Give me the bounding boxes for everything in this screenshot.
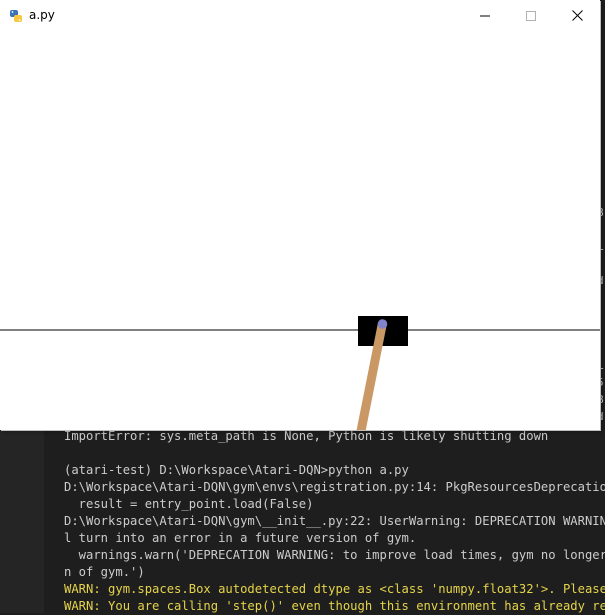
terminal-line: result = entry_point.load(False)	[64, 497, 314, 511]
python-icon	[9, 8, 23, 22]
terminal-panel[interactable]: ImportError: sys.meta_path is None, Pyth…	[44, 424, 605, 613]
game-window[interactable]: a.py	[0, 0, 600, 430]
axle	[377, 319, 388, 329]
terminal-line: warnings.warn('DEPRECATION WARNING: to i…	[64, 548, 605, 562]
terminal-line: n of gym.')	[64, 565, 145, 579]
canvas-background	[0, 31, 600, 430]
minimize-button[interactable]	[462, 0, 508, 31]
terminal-line: ImportError: sys.meta_path is None, Pyth…	[64, 429, 549, 443]
maximize-button[interactable]	[508, 0, 554, 31]
terminal-line: l turn into an error in a future version…	[64, 531, 417, 545]
terminal-line: WARN: You are calling 'step()' even thou…	[64, 599, 605, 613]
close-icon	[571, 10, 583, 21]
terminal-output: ImportError: sys.meta_path is None, Pyth…	[64, 428, 605, 615]
terminal-line: D:\Workspace\Atari-DQN\gym\envs\registra…	[64, 480, 605, 494]
terminal-line: D:\Workspace\Atari-DQN\gym\__init__.py:2…	[64, 514, 605, 528]
maximize-icon	[526, 10, 536, 21]
minimize-icon	[480, 15, 490, 16]
close-button[interactable]	[554, 0, 600, 31]
window-title: a.py	[29, 8, 55, 22]
cartpole-canvas	[0, 31, 600, 430]
terminal-line: WARN: gym.spaces.Box autodetected dtype …	[64, 582, 605, 596]
window-titlebar[interactable]: a.py	[0, 0, 600, 31]
terminal-line: (atari-test) D:\Workspace\Atari-DQN>pyth…	[64, 463, 409, 477]
